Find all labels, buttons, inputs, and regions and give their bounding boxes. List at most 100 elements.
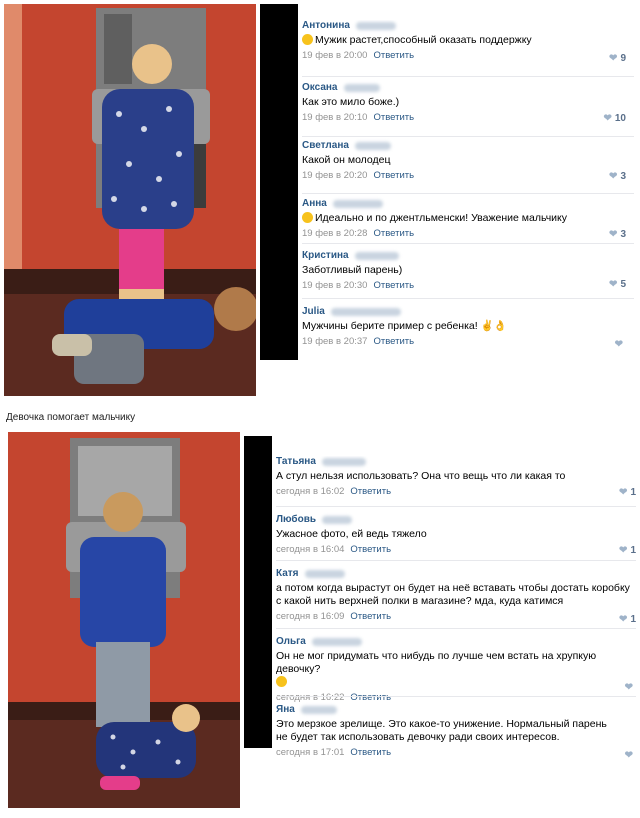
top-comments-panel: Антонина Мужик растет,способный оказать … xyxy=(302,20,634,360)
heart-icon: ❤ xyxy=(603,113,612,124)
reply-link[interactable]: Ответить xyxy=(373,170,414,181)
smile-emoji-icon xyxy=(302,212,313,223)
comment-time[interactable]: сегодня в 16:09 xyxy=(276,611,344,622)
commenter-name[interactable]: Яна xyxy=(276,704,295,715)
top-photo xyxy=(4,4,256,396)
frown-emoji-icon xyxy=(276,676,287,687)
comment-time[interactable]: 19 фев в 20:20 xyxy=(302,170,367,181)
commenter-name[interactable]: Анна xyxy=(302,198,327,209)
comment-time[interactable]: 19 фев в 20:37 xyxy=(302,336,367,347)
like-button[interactable]: ❤ 1 xyxy=(619,487,636,498)
like-button[interactable]: ❤ 1 xyxy=(619,545,636,556)
blurred-surname xyxy=(304,569,345,578)
comment: Катя а потом когда вырастут он будет на … xyxy=(276,568,636,625)
heart-icon: ❤ xyxy=(609,171,618,182)
comment-text: Заботливый парень) xyxy=(302,264,403,276)
reply-link[interactable]: Ответить xyxy=(350,544,391,555)
blurred-surname xyxy=(354,251,399,260)
blurred-surname xyxy=(354,141,391,150)
divider xyxy=(302,298,634,299)
like-button[interactable]: ❤ xyxy=(615,339,626,350)
heart-icon: ❤ xyxy=(614,339,623,350)
divider xyxy=(302,76,634,77)
commenter-name[interactable]: Татьяна xyxy=(276,456,316,467)
reply-link[interactable]: Ответить xyxy=(373,228,414,239)
like-count: 9 xyxy=(620,53,626,64)
commenter-name[interactable]: Светлана xyxy=(302,140,349,151)
blurred-surname xyxy=(355,21,396,30)
heart-icon: ❤ xyxy=(619,545,628,556)
comment: Анна Идеально и по джентльменски! Уважен… xyxy=(302,198,634,240)
reply-link[interactable]: Ответить xyxy=(373,336,414,347)
comment-text: А стул нельзя использовать? Она что вещь… xyxy=(276,470,566,482)
heart-icon: ❤ xyxy=(619,487,628,498)
comment-text: Ужасное фото, ей ведь тяжело xyxy=(276,528,427,540)
comment-text: Как это мило боже.) xyxy=(302,96,400,108)
divider xyxy=(276,628,636,629)
commenter-name[interactable]: Ольга xyxy=(276,636,306,647)
bottom-black-bar xyxy=(244,436,272,748)
commenter-name[interactable]: Катя xyxy=(276,568,299,579)
like-button[interactable]: ❤ xyxy=(625,750,636,761)
comment-time[interactable]: 19 фев в 20:28 xyxy=(302,228,367,239)
comment-time[interactable]: сегодня в 16:04 xyxy=(276,544,344,555)
like-button[interactable]: ❤ xyxy=(625,682,636,693)
comment-time[interactable]: сегодня в 16:02 xyxy=(276,486,344,497)
like-count: 1 xyxy=(630,545,636,556)
commenter-name[interactable]: Кристина xyxy=(302,250,349,261)
like-button[interactable]: ❤ 3 xyxy=(609,171,626,182)
comment-text: а потом когда вырастут он будет на неё в… xyxy=(276,582,630,607)
like-count: 1 xyxy=(630,614,636,625)
heart-icon: ❤ xyxy=(609,279,618,290)
reply-link[interactable]: Ответить xyxy=(373,50,414,61)
blurred-surname xyxy=(311,637,362,646)
comment: Кристина Заботливый парень) 19 фев в 20:… xyxy=(302,250,634,291)
like-count: 3 xyxy=(620,229,626,240)
blurred-surname xyxy=(300,705,337,714)
heart-icon: ❤ xyxy=(624,750,633,761)
comment: Любовь Ужасное фото, ей ведь тяжело сего… xyxy=(276,514,636,556)
reply-link[interactable]: Ответить xyxy=(350,486,391,497)
comment-time[interactable]: сегодня в 17:01 xyxy=(276,747,344,758)
blurred-surname xyxy=(321,457,366,466)
divider xyxy=(276,696,636,697)
comment: Ольга Он не мог придумать что нибудь по … xyxy=(276,636,636,703)
commenter-name[interactable]: Оксана xyxy=(302,82,338,93)
reply-link[interactable]: Ответить xyxy=(350,692,391,703)
divider xyxy=(276,506,636,507)
reply-link[interactable]: Ответить xyxy=(350,611,391,622)
like-button[interactable]: ❤ 10 xyxy=(603,113,626,124)
like-button[interactable]: ❤ 3 xyxy=(609,229,626,240)
like-button[interactable]: ❤ 1 xyxy=(619,614,636,625)
comment: Антонина Мужик растет,способный оказать … xyxy=(302,20,634,64)
comment-time[interactable]: 19 фев в 20:30 xyxy=(302,280,367,291)
divider xyxy=(302,243,634,244)
post-caption: Девочка помогает мальчику xyxy=(6,412,136,423)
blurred-surname xyxy=(330,307,401,316)
comment: Светлана Какой он молодец 19 фев в 20:20… xyxy=(302,140,634,182)
commenter-name[interactable]: Любовь xyxy=(276,514,316,525)
bottom-comments-panel: Татьяна А стул нельзя использовать? Она … xyxy=(276,456,636,762)
commenter-name[interactable]: Julia xyxy=(302,306,325,317)
reply-link[interactable]: Ответить xyxy=(373,112,414,123)
divider xyxy=(302,193,634,194)
blurred-surname xyxy=(343,83,380,92)
heart-icon: ❤ xyxy=(609,229,618,240)
reply-link[interactable]: Ответить xyxy=(373,280,414,291)
reply-link[interactable]: Ответить xyxy=(350,747,391,758)
like-button[interactable]: ❤ 9 xyxy=(609,53,626,64)
comment-time[interactable]: 19 фев в 20:10 xyxy=(302,112,367,123)
comment: Татьяна А стул нельзя использовать? Она … xyxy=(276,456,636,498)
comment-time[interactable]: сегодня в 16:22 xyxy=(276,692,344,703)
comment: Julia Мужчины берите пример с ребенка! ✌… xyxy=(302,306,634,350)
comment-text: Какой он молодец xyxy=(302,154,391,166)
comment-time[interactable]: 19 фев в 20:00 xyxy=(302,50,367,61)
comment-text: Он не мог придумать что нибудь по лучше … xyxy=(276,650,597,675)
heart-icon: ❤ xyxy=(624,682,633,693)
like-count: 3 xyxy=(620,171,626,182)
like-button[interactable]: ❤ 5 xyxy=(609,279,626,290)
like-count: 5 xyxy=(620,279,626,290)
blurred-surname xyxy=(322,515,353,524)
commenter-name[interactable]: Антонина xyxy=(302,20,350,31)
blurred-surname xyxy=(332,199,383,208)
